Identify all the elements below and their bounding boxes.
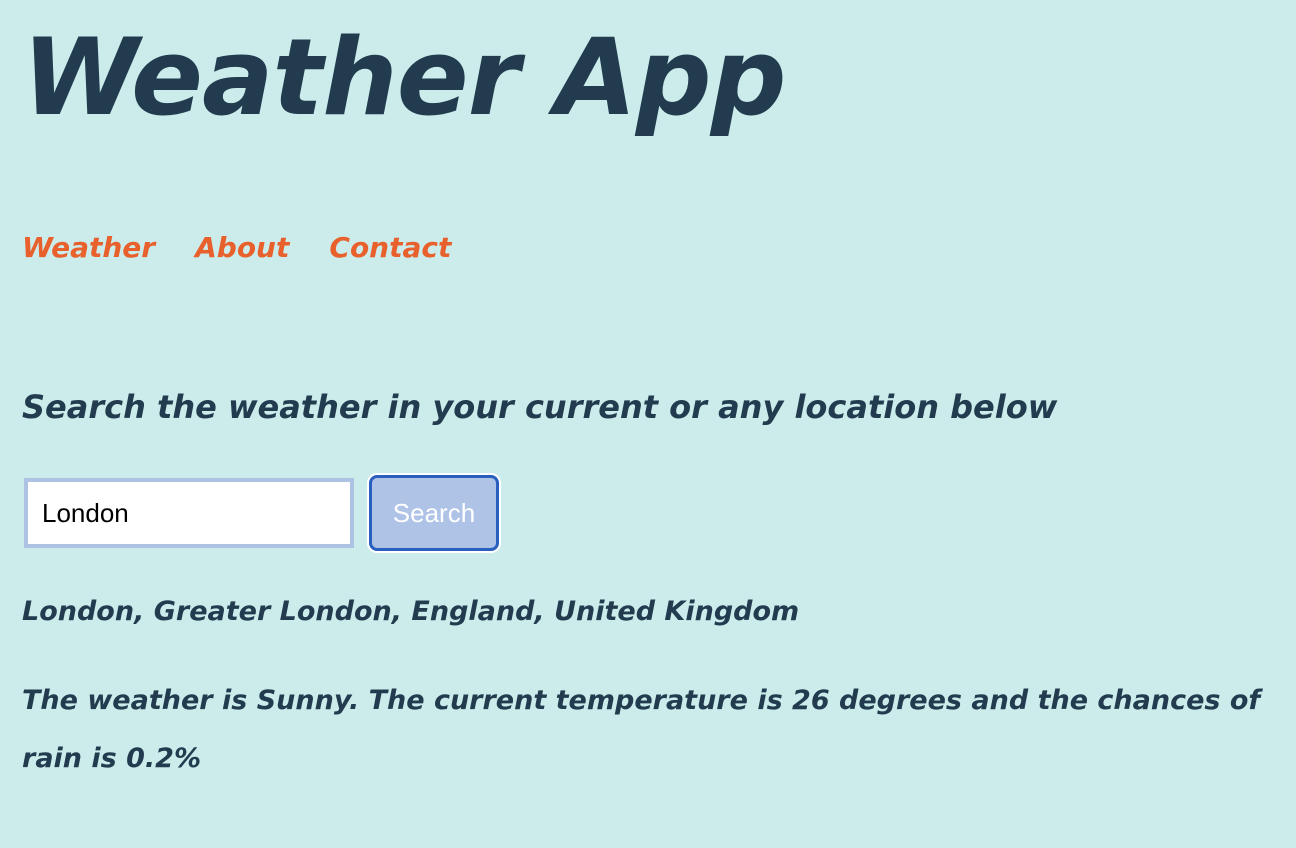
search-form: Search — [24, 475, 499, 551]
app-title: Weather App — [22, 16, 787, 139]
nav-link-about[interactable]: About — [195, 226, 289, 270]
location-search-input[interactable] — [24, 478, 354, 548]
weather-description: The weather is Sunny. The current temper… — [22, 685, 1261, 774]
location-result: London, Greater London, England, United … — [22, 596, 800, 627]
search-heading: Search the weather in your current or an… — [22, 388, 1058, 426]
nav-link-contact[interactable]: Contact — [329, 226, 451, 270]
search-button[interactable]: Search — [369, 475, 499, 551]
main-nav: Weather About Contact — [22, 226, 451, 270]
nav-link-weather[interactable]: Weather — [22, 226, 155, 270]
